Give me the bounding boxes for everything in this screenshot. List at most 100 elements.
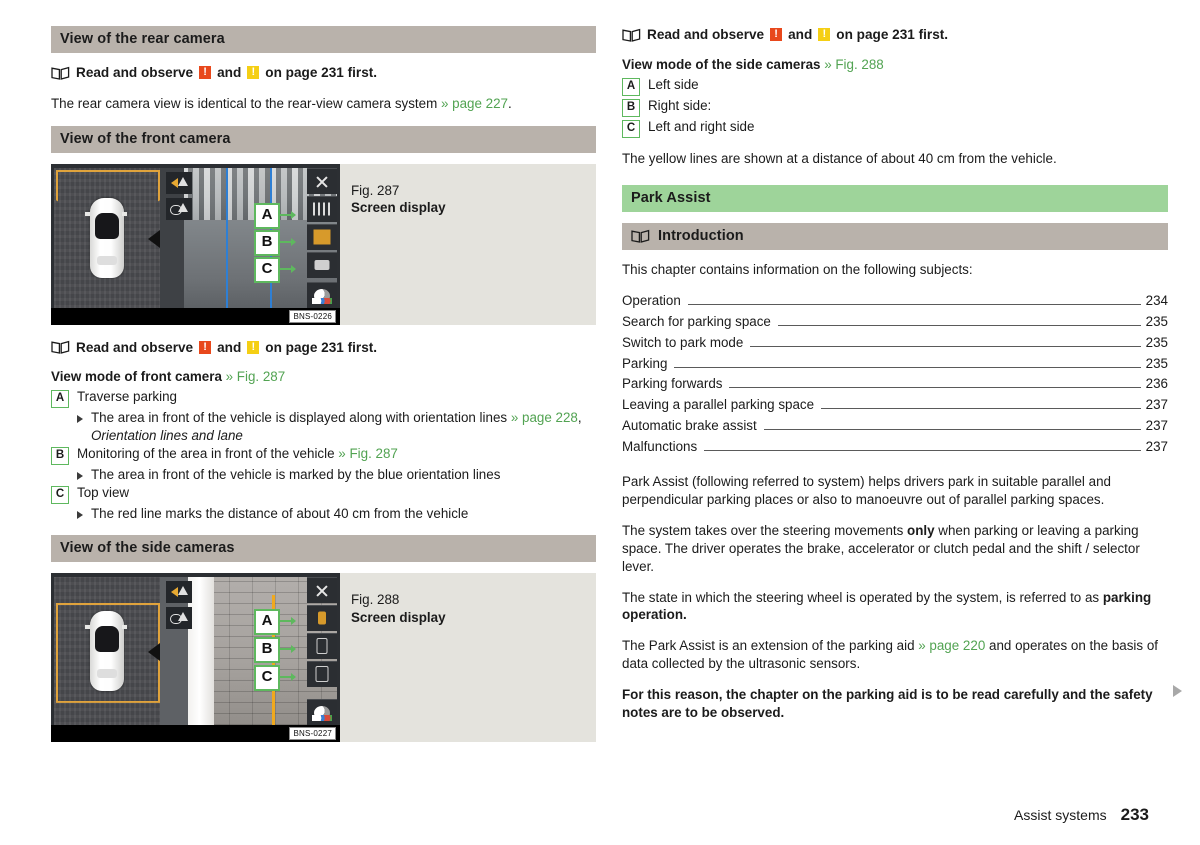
item-a-bullets: The area in front of the vehicle is disp… — [75, 409, 596, 444]
color-dots-icon-2 — [312, 714, 332, 721]
mirror-left-2 — [85, 624, 90, 629]
softkey-top-view[interactable] — [307, 251, 337, 278]
softkey-both-sides[interactable] — [307, 660, 337, 687]
badge-side-a: A — [622, 77, 640, 96]
toc-row[interactable]: Switch to park mode 235 — [622, 333, 1168, 354]
footer-chapter-name: Assist systems — [1014, 807, 1107, 823]
figure-287: A B C BNS-0226 Fig. 287 Screen display — [51, 163, 596, 325]
toc-leader — [750, 345, 1141, 347]
side-item-b-text: Right side: — [648, 97, 712, 113]
softkey-traverse-parking[interactable] — [307, 195, 337, 222]
warning-triangle-icon-4 — [178, 611, 188, 621]
traverse-parking-icon — [313, 202, 331, 216]
bullet-b-1: The area in front of the vehicle is mark… — [75, 466, 596, 483]
book-icon-2 — [51, 340, 70, 355]
bullet-a-1-sep: , — [577, 410, 582, 426]
subheading-view-mode-front: View mode of front camera » Fig. 287 — [51, 369, 596, 384]
note-middle-3: and — [788, 27, 813, 42]
toc-label: Parking forwards — [622, 376, 723, 392]
softkey-right-side[interactable] — [307, 632, 337, 659]
toc-page: 237 — [1145, 438, 1168, 454]
figure-callout-b: B — [254, 229, 296, 256]
pane-expand-arrow[interactable] — [148, 229, 160, 248]
toc-row[interactable]: Parking 235 — [622, 354, 1168, 375]
softkey-front-monitoring[interactable] — [307, 223, 337, 250]
badge-c: C — [51, 486, 69, 505]
close-button[interactable] — [307, 167, 337, 194]
figure-288: A B C BNS-0227 Fig. 288 Screen display — [51, 572, 596, 742]
warning-red-icon: ! — [199, 66, 212, 80]
paragraph-park-assist-3: The state in which the steering wheel is… — [622, 589, 1168, 625]
page-footer: Assist systems 233 — [1014, 805, 1149, 825]
p3-part-a: The state in which the steering wheel is… — [622, 589, 1103, 605]
figure-287-title: Screen display — [351, 200, 446, 216]
pane-expand-arrow-2[interactable] — [148, 642, 160, 661]
softkey-display-settings-2[interactable] — [307, 698, 337, 725]
toc-row[interactable]: Parking forwards 236 — [622, 374, 1168, 395]
softkey-spacer-2 — [307, 689, 337, 697]
camera-off-button[interactable] — [166, 197, 192, 220]
left-column: View of the rear camera Read and observe… — [51, 26, 596, 756]
intro-lead-paragraph: This chapter contains information on the… — [622, 261, 973, 277]
mirror-left — [85, 211, 90, 216]
left-side-icon — [318, 611, 326, 625]
book-icon-4 — [631, 229, 650, 243]
note-read-observe-front: Read and observe ! and ! on page 231 fir… — [51, 339, 596, 357]
section-header-front-camera: View of the front camera — [51, 125, 596, 153]
toc-row[interactable]: Search for parking space 235 — [622, 312, 1168, 333]
note-middle-2: and — [217, 339, 242, 355]
paragraph-park-assist-5: For this reason, the chapter on the park… — [622, 686, 1153, 720]
warning-triangle-icon-3 — [178, 585, 188, 595]
figure-288-number: Fig. 288 — [351, 591, 400, 607]
section-header-introduction: Introduction — [622, 222, 1168, 250]
mute-warning-button-2[interactable] — [166, 580, 192, 603]
xref-page-227[interactable]: » page 227 — [441, 96, 508, 111]
p2-emphasis: only — [907, 523, 935, 539]
badge-a: A — [51, 390, 69, 409]
xref-fig-287[interactable]: » Fig. 287 — [226, 369, 286, 384]
toc-row[interactable]: Leaving a parallel parking space 237 — [622, 395, 1168, 416]
item-c-text: Top view — [77, 485, 130, 501]
toc-leader — [777, 325, 1141, 327]
note-read-observe-side: Read and observe ! and ! on page 231 fir… — [622, 26, 1168, 44]
note-prefix: Read and observe — [76, 65, 194, 80]
manual-page: View of the rear camera Read and observe… — [0, 0, 1200, 845]
table-of-contents: Operation 234 Search for parking space 2… — [622, 291, 1168, 457]
callout-leader-b — [278, 237, 296, 246]
warning-yellow-icon-2: ! — [247, 340, 260, 354]
xref-fig-287-b[interactable]: » Fig. 287 — [338, 446, 398, 461]
toc-page: 235 — [1145, 355, 1168, 371]
figure-288-callout-c: C — [254, 664, 296, 691]
toc-label: Operation — [622, 293, 681, 309]
figure-288-screenshot: A B C BNS-0227 — [51, 572, 340, 742]
item-b-label: Monitoring of the area in front of the v… — [77, 446, 335, 462]
toc-row[interactable]: Operation 234 — [622, 291, 1168, 312]
item-c-bullets: The red line marks the distance of about… — [75, 505, 596, 522]
continuation-arrow-icon — [1173, 685, 1182, 697]
paragraph-rear-text: The rear camera view is identical to the… — [51, 95, 438, 111]
callout-leader-b2 — [278, 644, 296, 653]
toc-label: Automatic brake assist — [622, 417, 757, 433]
camera-off-button-2[interactable] — [166, 606, 192, 629]
close-button-2[interactable] — [307, 576, 337, 603]
xref-fig-288[interactable]: » Fig. 288 — [824, 57, 884, 72]
item-a-text: Traverse parking — [77, 389, 177, 405]
toc-leader — [704, 449, 1141, 451]
figure-288-code: BNS-0227 — [289, 726, 336, 740]
paragraph-park-assist-1: Park Assist (following referred to syste… — [622, 474, 1111, 508]
toc-row[interactable]: Automatic brake assist 237 — [622, 416, 1168, 437]
toc-leader — [687, 304, 1141, 306]
xref-page-220[interactable]: » page 220 — [918, 638, 985, 653]
top-view-pane-front — [54, 167, 160, 308]
note-suffix-2: on page 231 first. — [265, 339, 378, 355]
warning-yellow-icon-3: ! — [818, 28, 831, 42]
top-view-pane-side — [54, 576, 160, 725]
xref-page-228[interactable]: » page 228 — [511, 410, 578, 425]
figure-288-title: Screen display — [351, 609, 446, 625]
toc-label: Search for parking space — [622, 314, 771, 330]
mute-warning-button[interactable] — [166, 171, 192, 194]
softkey-left-side[interactable] — [307, 604, 337, 631]
softkey-display-settings[interactable] — [307, 281, 337, 308]
figure-287-number: Fig. 287 — [351, 182, 400, 198]
toc-row[interactable]: Malfunctions 237 — [622, 437, 1168, 458]
